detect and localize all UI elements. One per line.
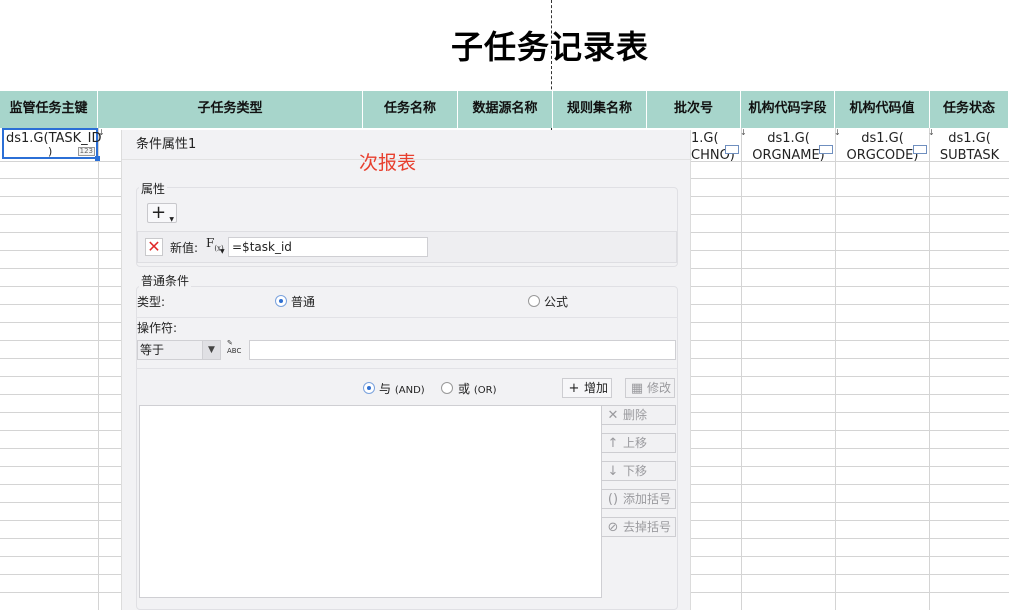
cell-formula-text: ds1.G(TASK_ID xyxy=(6,131,102,146)
logic-or-tag: (OR) xyxy=(473,385,497,396)
add-condition-label: 增加 xyxy=(584,381,609,395)
arrow-down-icon: ↓ xyxy=(607,464,619,479)
header-cell-task-name[interactable]: 任务名称 xyxy=(363,91,458,128)
attribute-row: ✕ 新值: F(x) ▼ =$task_id xyxy=(137,231,677,263)
delete-icon: ✕ xyxy=(607,408,619,423)
logic-and-label[interactable]: 与 (AND) xyxy=(379,380,425,397)
new-value-input[interactable]: =$task_id xyxy=(228,237,428,257)
divider xyxy=(136,368,678,369)
bracket-icon: () xyxy=(607,492,619,507)
condition-attribute-dialog: 条件属性1 次报表 属性 + ▼ ✕ 新值: F(x) ▼ =$task_id … xyxy=(121,130,692,610)
fill-handle[interactable] xyxy=(95,156,100,161)
chevron-down-icon[interactable]: ▼ xyxy=(202,341,220,359)
header-cell-datasource-name[interactable]: 数据源名称 xyxy=(458,91,553,128)
header-cell-batch-no[interactable]: 批次号 xyxy=(647,91,741,128)
add-condition-button[interactable]: + 增加 xyxy=(562,378,612,398)
attributes-group-label: 属性 xyxy=(139,180,168,197)
divider xyxy=(136,317,678,318)
type-formula-radio[interactable] xyxy=(528,295,540,307)
header-cell-org-code-field[interactable]: 机构代码字段 xyxy=(741,91,835,128)
add-bracket-button[interactable]: () 添加括号 xyxy=(601,489,676,509)
operator-label: 操作符: xyxy=(137,321,178,335)
grid-line xyxy=(98,128,99,610)
cell-format-icon xyxy=(725,145,739,154)
move-up-button[interactable]: ↑ 上移 xyxy=(601,433,676,453)
condition-list[interactable] xyxy=(139,405,602,598)
header-cell-task-key[interactable]: 监管任务主键 xyxy=(0,91,98,128)
header-cell-task-status[interactable]: 任务状态 xyxy=(930,91,1009,128)
add-bracket-label: 添加括号 xyxy=(623,492,672,506)
delete-condition-label: 删除 xyxy=(623,408,648,422)
logic-or-radio[interactable] xyxy=(441,382,453,394)
header-cell-org-code-value[interactable]: 机构代码值 xyxy=(835,91,930,128)
remove-bracket-icon: ⊘ xyxy=(607,520,619,535)
cell-line1: ds1.G( xyxy=(948,131,991,146)
report-title: 子任务记录表 xyxy=(450,28,649,66)
caret-down-icon: ▼ xyxy=(220,248,225,255)
logic-and-tag: (AND) xyxy=(394,385,425,396)
arrow-up-icon: ↑ xyxy=(607,436,619,451)
delete-attribute-button[interactable]: ✕ xyxy=(145,238,163,256)
add-attribute-button[interactable]: + ▼ xyxy=(147,203,177,223)
plus-icon: + xyxy=(151,202,167,223)
logic-and-text: 与 xyxy=(379,382,392,396)
logic-or-label[interactable]: 或 (OR) xyxy=(458,380,496,397)
caret-down-icon: ▼ xyxy=(169,216,174,223)
abc-icon-text: ABC xyxy=(227,347,242,355)
expand-arrow-icon: ↓ xyxy=(98,128,105,137)
cell-format-icon xyxy=(913,145,927,154)
remove-bracket-button[interactable]: ⊘ 去掉括号 xyxy=(601,517,676,537)
cell-line2: SUBTASK xyxy=(939,148,1000,161)
type-normal-radio[interactable] xyxy=(275,295,287,307)
type-formula-label[interactable]: 公式 xyxy=(544,293,568,310)
grid-line xyxy=(929,128,930,610)
table-cell[interactable]: ds1.G( SUBTASK xyxy=(930,129,1009,161)
type-normal-label[interactable]: 普通 xyxy=(291,293,315,310)
cell-formula-text-line2: ) xyxy=(48,145,53,158)
delete-condition-button[interactable]: ✕ 删除 xyxy=(601,405,676,425)
normal-condition-group-label: 普通条件 xyxy=(139,272,192,289)
operator-value: 等于 xyxy=(140,343,165,357)
modify-condition-label: 修改 xyxy=(647,381,672,395)
operator-select[interactable]: 等于 ▼ xyxy=(137,340,221,360)
header-cell-ruleset-name[interactable]: 规则集名称 xyxy=(553,91,647,128)
abc-icon[interactable]: ✎ ABC xyxy=(227,339,241,355)
header-row: 监管任务主键 子任务类型 任务名称 数据源名称 规则集名称 批次号 机构代码字段… xyxy=(0,91,1009,128)
number-format-badge: 123 xyxy=(77,147,95,156)
remove-bracket-label: 去掉括号 xyxy=(623,520,672,534)
logic-and-radio[interactable] xyxy=(363,382,375,394)
type-label: 类型: xyxy=(137,295,166,309)
move-up-label: 上移 xyxy=(623,436,648,450)
edit-icon: ▦ xyxy=(630,381,644,396)
header-cell-subtask-type[interactable]: 子任务类型 xyxy=(98,91,363,128)
operator-value-input[interactable] xyxy=(249,340,676,360)
selected-cell-task-id[interactable]: ds1.G(TASK_ID ) 123 xyxy=(2,128,102,161)
grid-line xyxy=(835,128,836,610)
move-down-button[interactable]: ↓ 下移 xyxy=(601,461,676,481)
cell-format-icon xyxy=(819,145,833,154)
grid-line xyxy=(741,128,742,610)
sub-report-label: 次报表 xyxy=(359,152,417,174)
modify-condition-button[interactable]: ▦ 修改 xyxy=(625,378,675,398)
logic-or-text: 或 xyxy=(458,382,471,396)
new-value-label: 新值: xyxy=(170,241,199,255)
plus-icon: + xyxy=(568,381,580,396)
move-down-label: 下移 xyxy=(623,464,648,478)
